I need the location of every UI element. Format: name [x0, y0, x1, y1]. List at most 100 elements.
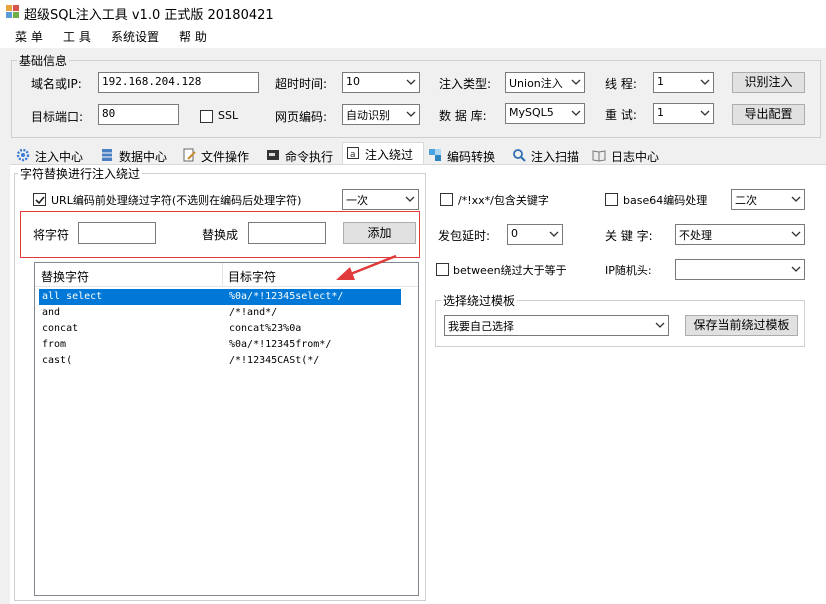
ip-random-select[interactable] — [675, 259, 805, 280]
between-label: between绕过大于等于 — [453, 264, 567, 277]
ssl-checkbox[interactable] — [200, 110, 213, 123]
title-bar: 超级SQL注入工具 v1.0 正式版 20180421 — [0, 0, 826, 24]
url-encode-label: URL编码前处理绕过字符(不选则在编码后处理字符) — [51, 194, 302, 207]
replace-to-input[interactable] — [248, 222, 326, 244]
cell-target: %0a/*!12345select*/ — [229, 291, 344, 302]
magnifier-icon — [513, 149, 526, 162]
menu-item-tools[interactable]: 工 具 — [63, 28, 91, 45]
tab-injection-scan[interactable]: 注入扫描 — [508, 144, 592, 164]
replace-from-input[interactable] — [78, 222, 156, 244]
keyword-label: 关 键 字: — [605, 229, 653, 243]
between-checkbox[interactable] — [436, 263, 449, 276]
identify-injection-button[interactable]: 识别注入 — [732, 72, 805, 93]
edit-file-icon — [183, 148, 196, 162]
cell-source: concat — [42, 323, 79, 334]
table-row[interactable]: cast( /*!12345CASt(*/ — [39, 353, 401, 369]
tab-label: 文件操作 — [201, 150, 250, 164]
chevron-down-icon — [700, 79, 710, 85]
timeout-label: 超时时间: — [275, 77, 328, 91]
threads-label: 线 程: — [605, 77, 637, 91]
tab-label: 注入中心 — [35, 150, 84, 164]
chevron-down-icon — [655, 322, 665, 328]
encoding-select[interactable]: 自动识别 — [342, 104, 420, 125]
port-label: 目标端口: — [31, 110, 84, 124]
chevron-down-icon — [791, 231, 801, 237]
tab-label: 编码转换 — [447, 150, 496, 164]
convert-icon — [429, 149, 441, 161]
chevron-down-icon — [406, 79, 416, 85]
tab-encoding-convert[interactable]: 编码转换 — [424, 144, 508, 164]
database-icon — [102, 149, 112, 161]
export-config-button[interactable]: 导出配置 — [732, 104, 805, 125]
comment-keyword-checkbox[interactable] — [440, 193, 453, 206]
database-select[interactable]: MySQL5 — [505, 103, 585, 124]
delay-select[interactable]: 0 — [507, 224, 563, 245]
delay-label: 发包延时: — [438, 229, 491, 243]
cell-source: all select — [42, 291, 103, 302]
table-row[interactable]: all select %0a/*!12345select*/ — [39, 289, 401, 305]
tab-command-exec[interactable]: 命令执行 — [262, 144, 346, 164]
replace-from-label: 将字符 — [33, 228, 70, 242]
url-encode-times-select[interactable]: 一次 — [342, 189, 419, 210]
keyword-value: 不处理 — [679, 229, 712, 242]
table-row[interactable]: from %0a/*!12345from*/ — [39, 337, 401, 353]
base64-label: base64编码处理 — [623, 194, 708, 207]
book-icon — [592, 150, 606, 162]
chevron-down-icon — [791, 196, 801, 202]
timeout-select[interactable]: 10 — [342, 72, 420, 93]
cell-source: from — [42, 339, 67, 350]
threads-value: 1 — [657, 75, 664, 88]
template-group-title: 选择绕过模板 — [441, 292, 518, 309]
tab-injection-bypass[interactable]: a 注入绕过 — [342, 142, 424, 164]
base64-times-value: 二次 — [735, 194, 757, 207]
add-button[interactable]: 添加 — [343, 222, 416, 244]
table-row[interactable]: concat concat%23%0a — [39, 321, 401, 337]
port-input[interactable]: 80 — [98, 104, 179, 125]
database-label: 数 据 库: — [439, 109, 487, 123]
tab-injection-center[interactable]: 注入中心 — [12, 144, 94, 164]
replacement-list[interactable]: 替换字符 目标字符 all select %0a/*!12345select*/… — [34, 262, 419, 596]
app-icon — [6, 5, 19, 18]
base64-checkbox[interactable] — [605, 193, 618, 206]
chevron-down-icon — [571, 79, 581, 85]
retry-value: 1 — [657, 106, 664, 119]
bypass-icon: a — [347, 147, 359, 160]
comment-keyword-label: /*!xx*/包含关键字 — [458, 194, 549, 207]
menu-item-settings[interactable]: 系统设置 — [111, 28, 159, 45]
url-encode-checkbox[interactable] — [33, 193, 46, 206]
inject-type-select[interactable]: Union注入 — [505, 72, 585, 93]
table-row[interactable]: and /*!and*/ — [39, 305, 401, 321]
chevron-down-icon — [791, 266, 801, 272]
domain-input[interactable]: 192.168.204.128 — [98, 72, 259, 93]
menu-item-help[interactable]: 帮 助 — [179, 28, 207, 45]
chevron-down-icon — [405, 196, 415, 202]
cell-target: /*!12345CASt(*/ — [229, 355, 320, 366]
tab-file-ops[interactable]: 文件操作 — [178, 144, 262, 164]
menu-item-menu[interactable]: 菜 单 — [15, 28, 43, 45]
column-header-source[interactable]: 替换字符 — [41, 268, 89, 285]
base64-times-select[interactable]: 二次 — [731, 189, 805, 210]
chevron-down-icon — [549, 231, 559, 237]
tab-log-center[interactable]: 日志中心 — [588, 144, 672, 164]
template-select[interactable]: 我要自己选择 — [444, 315, 669, 336]
retry-select[interactable]: 1 — [653, 103, 714, 124]
cell-target: /*!and*/ — [229, 307, 278, 318]
url-encode-times-value: 一次 — [346, 194, 368, 207]
save-template-button[interactable]: 保存当前绕过模板 — [685, 315, 798, 336]
ssl-label: SSL — [218, 109, 239, 122]
replace-to-label: 替换成 — [202, 228, 239, 242]
column-header-target[interactable]: 目标字符 — [228, 268, 276, 285]
cell-target: %0a/*!12345from*/ — [229, 339, 332, 350]
threads-select[interactable]: 1 — [653, 72, 714, 93]
chevron-down-icon — [700, 110, 710, 116]
tab-data-center[interactable]: 数据中心 — [96, 144, 178, 164]
chevron-down-icon — [406, 111, 416, 117]
window-title: 超级SQL注入工具 v1.0 正式版 20180421 — [24, 8, 274, 23]
tab-label: 命令执行 — [285, 150, 334, 164]
cell-source: and — [42, 307, 61, 318]
column-divider — [222, 263, 223, 287]
ip-random-label: IP随机头: — [605, 264, 652, 277]
tab-label: 日志中心 — [611, 150, 660, 164]
tab-label: 数据中心 — [119, 150, 168, 164]
keyword-select[interactable]: 不处理 — [675, 224, 805, 245]
